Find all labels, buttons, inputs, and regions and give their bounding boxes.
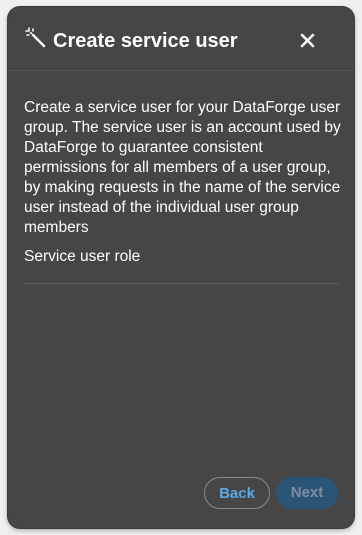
- service-user-role-label: Service user role: [24, 248, 141, 265]
- next-button[interactable]: Next: [276, 477, 338, 509]
- back-button[interactable]: Back: [204, 477, 270, 509]
- magic-wand-icon: [25, 27, 46, 48]
- dialog-description: Create a service user for your DataForge…: [24, 99, 341, 236]
- close-icon[interactable]: [298, 31, 318, 51]
- dialog-header: Create service user: [8, 7, 354, 71]
- service-user-role-field[interactable]: [24, 273, 340, 284]
- dialog-title: Create service user: [53, 30, 238, 52]
- create-service-user-dialog: Create service user Create a service use…: [8, 7, 354, 528]
